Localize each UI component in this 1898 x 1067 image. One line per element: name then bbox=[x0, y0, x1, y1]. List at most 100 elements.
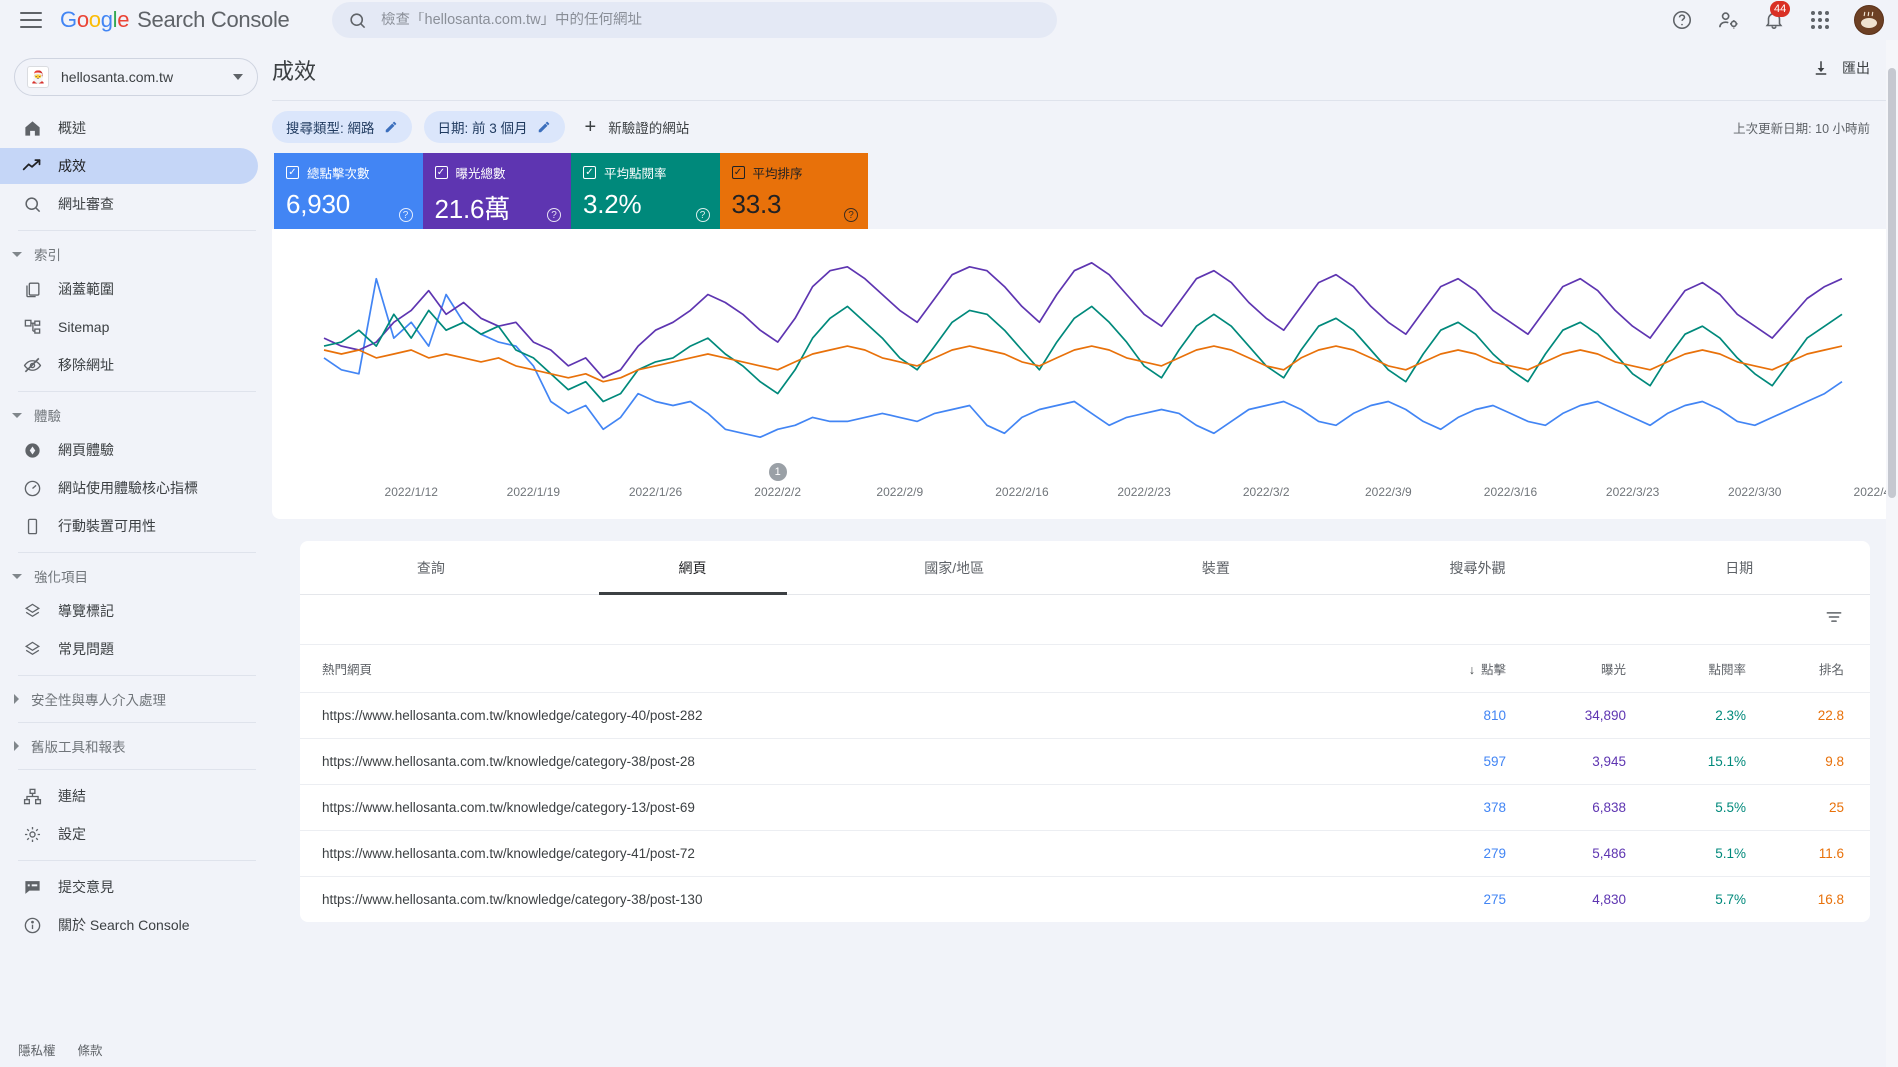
tab-label: 國家/地區 bbox=[924, 559, 985, 576]
eye-off-icon bbox=[22, 355, 42, 375]
property-selector[interactable]: 🎅 hellosanta.com.tw bbox=[14, 58, 258, 96]
cell-impressions: 34,890 bbox=[1520, 692, 1640, 739]
cell-page: https://www.hellosanta.com.tw/knowledge/… bbox=[300, 876, 1410, 922]
sidebar-item-label: Sitemap bbox=[58, 319, 110, 335]
tab-0[interactable]: 查詢 bbox=[300, 541, 562, 594]
table-row[interactable]: https://www.hellosanta.com.tw/knowledge/… bbox=[300, 784, 1870, 831]
help-icon[interactable]: ? bbox=[844, 208, 858, 222]
column-header-page[interactable]: 熱門網頁 bbox=[300, 645, 1410, 693]
column-header-ctr[interactable]: 點閱率 bbox=[1640, 645, 1760, 693]
url-inspection-search[interactable] bbox=[332, 2, 1057, 38]
scrollbar-thumb[interactable] bbox=[1888, 68, 1896, 498]
chevron-down-icon bbox=[12, 251, 22, 257]
sitemap-icon bbox=[22, 317, 42, 337]
cell-ctr: 5.7% bbox=[1640, 876, 1760, 922]
metric-checkbox[interactable]: ✓ bbox=[434, 166, 448, 179]
table-header-row: 熱門網頁 ↓ 點擊 曝光 點閱率 排名 bbox=[300, 645, 1870, 693]
help-icon[interactable]: ? bbox=[695, 208, 710, 222]
x-axis-tick-label: 2022/2/2 bbox=[754, 485, 801, 499]
terms-link[interactable]: 條款 bbox=[78, 1040, 103, 1059]
tab-4[interactable]: 搜尋外觀 bbox=[1347, 541, 1609, 594]
sidebar-item-label: 概述 bbox=[58, 120, 86, 136]
metric-card-average-position[interactable]: ✓ 平均排序 33.3 ? bbox=[719, 153, 868, 229]
sidebar-item-faq[interactable]: 常見問題 bbox=[0, 631, 258, 667]
sidebar-item-sitemap[interactable]: Sitemap bbox=[0, 309, 258, 345]
sidebar-group-experience[interactable]: 體驗 bbox=[0, 400, 272, 430]
filter-icon[interactable] bbox=[1824, 607, 1844, 632]
chevron-down-icon bbox=[12, 412, 22, 418]
sidebar-item-links[interactable]: 連結 bbox=[0, 778, 258, 814]
column-header-clicks[interactable]: ↓ 點擊 bbox=[1410, 645, 1520, 693]
chart-line-總點擊次數 bbox=[323, 277, 1843, 439]
account-settings-icon[interactable] bbox=[1716, 8, 1740, 32]
column-header-impressions[interactable]: 曝光 bbox=[1520, 645, 1640, 693]
sidebar-item-feedback[interactable]: 提交意見 bbox=[0, 869, 258, 905]
tab-1[interactable]: 網頁 bbox=[562, 541, 824, 594]
sidebar-item-about[interactable]: 關於 Search Console bbox=[0, 907, 258, 943]
column-header-position[interactable]: 排名 bbox=[1760, 645, 1870, 693]
divider bbox=[18, 391, 256, 392]
metric-card-total-clicks[interactable]: ✓ 總點擊次數 6,930 ? bbox=[274, 153, 423, 229]
help-icon[interactable]: ? bbox=[547, 208, 561, 222]
notification-badge: 44 bbox=[1770, 1, 1791, 17]
metric-checkbox[interactable]: ✓ bbox=[731, 166, 745, 179]
sidebar-item-core-web-vitals[interactable]: 網站使用體驗核心指標 bbox=[0, 470, 258, 506]
metric-checkbox[interactable]: ✓ bbox=[286, 166, 299, 179]
table-row[interactable]: https://www.hellosanta.com.tw/knowledge/… bbox=[300, 738, 1870, 785]
sidebar-group-security[interactable]: 安全性與專人介入處理 bbox=[0, 684, 272, 714]
tab-5[interactable]: 日期 bbox=[1608, 541, 1870, 594]
performance-chart-panel: 2022/1/12 2022/1/19 2022/1/26 2022/2/2 2022/… bbox=[272, 229, 1898, 519]
x-axis-tick-label: 2022/3/30 bbox=[1728, 485, 1782, 499]
search-type-label: 搜尋類型: 網路 bbox=[286, 121, 375, 136]
help-icon[interactable] bbox=[1670, 8, 1694, 32]
table-row[interactable]: https://www.hellosanta.com.tw/knowledge/… bbox=[300, 830, 1870, 877]
table-row[interactable]: https://www.hellosanta.com.tw/knowledge/… bbox=[300, 692, 1870, 739]
sidebar-group-enhancements[interactable]: 強化項目 bbox=[0, 561, 272, 591]
sidebar-item-mobile-usability[interactable]: 行動裝置可用性 bbox=[0, 508, 258, 544]
sidebar-item-breadcrumbs[interactable]: 導覽標記 bbox=[0, 593, 258, 629]
menu-icon[interactable] bbox=[20, 12, 42, 28]
sidebar-item-coverage[interactable]: 涵蓋範圍 bbox=[0, 271, 258, 307]
x-axis-tick-label: 2022/1/19 bbox=[506, 485, 561, 499]
x-axis-tick-label: 2022/1/26 bbox=[628, 485, 683, 499]
sidebar-item-page-experience[interactable]: 網頁體驗 bbox=[0, 432, 258, 468]
search-input[interactable] bbox=[381, 12, 1021, 28]
performance-chart[interactable] bbox=[272, 229, 1898, 469]
tab-label: 裝置 bbox=[1201, 559, 1230, 576]
sidebar-item-label: 網站使用體驗核心指標 bbox=[58, 480, 198, 496]
filter-chip-search-type[interactable]: 搜尋類型: 網路 bbox=[272, 111, 412, 143]
sort-desc-icon: ↓ bbox=[1468, 663, 1475, 677]
search-icon bbox=[350, 12, 366, 28]
sidebar-group-legacy-tools[interactable]: 舊版工具和報表 bbox=[0, 731, 272, 761]
avatar[interactable] bbox=[1854, 5, 1884, 35]
help-icon[interactable]: ? bbox=[398, 208, 413, 222]
add-filter-button[interactable]: + 新驗證的網站 bbox=[577, 111, 698, 143]
cell-position: 16.8 bbox=[1760, 876, 1870, 922]
metric-checkbox[interactable]: ✓ bbox=[583, 166, 596, 179]
sidebar-item-overview[interactable]: 概述 bbox=[0, 110, 258, 146]
apps-grid-icon[interactable] bbox=[1808, 8, 1832, 32]
sidebar-item-url-inspection[interactable]: 網址審查 bbox=[0, 186, 258, 222]
chart-annotation-marker[interactable]: 1 bbox=[768, 463, 787, 481]
metric-card-average-ctr[interactable]: ✓ 平均點閱率 3.2% ? bbox=[571, 153, 720, 229]
sidebar-item-removals[interactable]: 移除網址 bbox=[0, 347, 258, 383]
chart-line-平均點閱率 bbox=[323, 305, 1843, 403]
notifications-icon[interactable]: 44 bbox=[1762, 1, 1791, 32]
search-console-app: Google Search Console 檢查「hellosanta.com.… bbox=[0, 0, 1898, 1067]
sidebar-group-label: 安全性與專人介入處理 bbox=[31, 693, 166, 708]
cell-impressions: 6,838 bbox=[1520, 784, 1640, 831]
table-row[interactable]: https://www.hellosanta.com.tw/knowledge/… bbox=[300, 876, 1870, 922]
page-scrollbar[interactable] bbox=[1886, 40, 1898, 1067]
tab-3[interactable]: 裝置 bbox=[1085, 541, 1347, 594]
filter-chip-date[interactable]: 日期: 前 3 個月 bbox=[423, 111, 565, 143]
metric-value: 6,930 bbox=[286, 189, 351, 219]
tab-2[interactable]: 國家/地區 bbox=[823, 541, 1085, 594]
metric-card-total-impressions[interactable]: ✓ 曝光總數 21.6萬 ? bbox=[422, 153, 571, 229]
sidebar-item-performance[interactable]: 成效 bbox=[0, 148, 258, 184]
privacy-link[interactable]: 隱私權 bbox=[18, 1040, 56, 1059]
export-button[interactable]: 匯出 bbox=[1812, 58, 1870, 78]
sidebar-group-index[interactable]: 索引 bbox=[0, 239, 272, 269]
sidebar-item-label: 連結 bbox=[58, 788, 86, 804]
top-app-bar: Google Search Console 檢查「hellosanta.com.… bbox=[0, 0, 1898, 40]
sidebar-item-settings[interactable]: 設定 bbox=[0, 816, 258, 852]
